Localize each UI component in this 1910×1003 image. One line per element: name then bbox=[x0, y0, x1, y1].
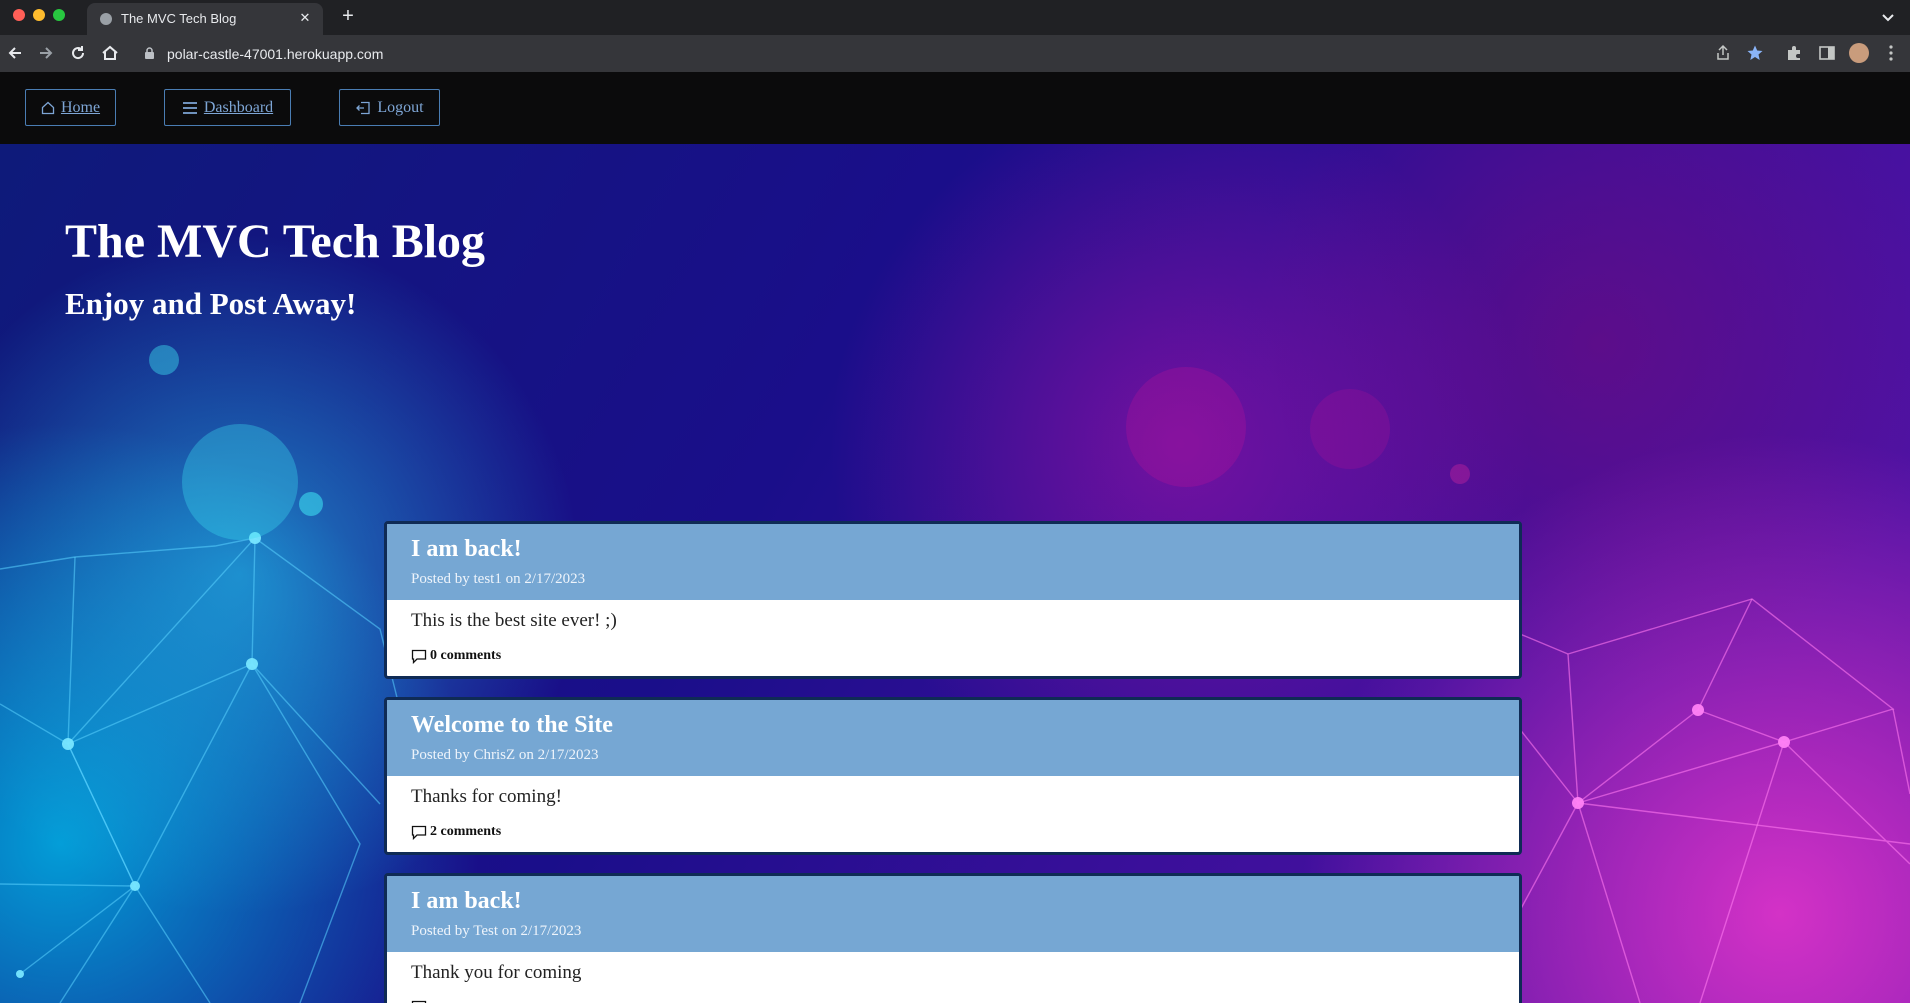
comment-icon bbox=[411, 825, 427, 840]
nav-dashboard-label: Dashboard bbox=[203, 98, 274, 116]
post-content: Thanks for coming! bbox=[411, 786, 562, 807]
nav-logout-link[interactable]: Logout bbox=[339, 89, 440, 126]
post-body: This is the best site ever! ;) 0 comment… bbox=[387, 600, 1519, 676]
post-comments-count: 2 comments bbox=[430, 824, 502, 839]
post-card[interactable]: I am back! Posted by Test on 2/17/2023 T… bbox=[384, 873, 1522, 1003]
post-meta: Posted by Test on 2/17/2023 bbox=[411, 923, 582, 939]
post-header: Welcome to the Site Posted by ChrisZ on … bbox=[387, 700, 1519, 776]
post-title[interactable]: Welcome to the Site bbox=[411, 712, 613, 739]
post-title[interactable]: I am back! bbox=[411, 536, 522, 563]
nav-home-label: Home bbox=[60, 98, 101, 116]
side-panel-icon[interactable] bbox=[1818, 44, 1836, 62]
new-tab-button[interactable]: + bbox=[336, 5, 360, 29]
minimize-window-button[interactable] bbox=[33, 9, 45, 21]
home-icon[interactable] bbox=[100, 43, 120, 63]
post-header: I am back! Posted by test1 on 2/17/2023 bbox=[387, 524, 1519, 600]
tab-title: The MVC Tech Blog bbox=[121, 11, 237, 26]
menu-icon bbox=[182, 101, 197, 114]
post-header: I am back! Posted by Test on 2/17/2023 bbox=[387, 876, 1519, 952]
page-viewport: Home Dashboard Logout The MVC Tech Blog … bbox=[0, 72, 1910, 1003]
maximize-window-button[interactable] bbox=[53, 9, 65, 21]
profile-avatar[interactable] bbox=[1849, 43, 1869, 63]
post-comments-link[interactable]: 0 comments bbox=[411, 648, 501, 664]
back-arrow-icon[interactable] bbox=[5, 43, 25, 63]
close-window-button[interactable] bbox=[13, 9, 25, 21]
page-subtitle: Enjoy and Post Away! bbox=[65, 286, 357, 321]
more-menu-icon[interactable] bbox=[1882, 44, 1900, 62]
post-content: This is the best site ever! ;) bbox=[411, 610, 617, 631]
post-body: Thank you for coming bbox=[387, 952, 1519, 1003]
browser-tab-strip: The MVC Tech Blog ✕ + bbox=[0, 0, 1910, 35]
nav-home-link[interactable]: Home bbox=[25, 89, 116, 126]
post-comments-link[interactable]: 2 comments bbox=[411, 824, 501, 840]
post-content: Thank you for coming bbox=[411, 962, 582, 983]
address-bar[interactable]: polar-castle-47001.herokuapp.com bbox=[134, 39, 1694, 68]
post-meta: Posted by ChrisZ on 2/17/2023 bbox=[411, 747, 599, 763]
logout-icon bbox=[356, 101, 371, 114]
url-text: polar-castle-47001.herokuapp.com bbox=[167, 46, 384, 62]
share-icon[interactable] bbox=[1714, 44, 1732, 62]
site-navbar: Home Dashboard Logout bbox=[0, 72, 1910, 144]
bookmark-star-icon[interactable] bbox=[1746, 44, 1764, 62]
nav-logout-label: Logout bbox=[377, 98, 424, 116]
post-body: Thanks for coming! 2 comments bbox=[387, 776, 1519, 852]
page-title: The MVC Tech Blog bbox=[65, 215, 486, 268]
globe-icon bbox=[100, 13, 112, 25]
nav-dashboard-link[interactable]: Dashboard bbox=[164, 89, 291, 126]
browser-toolbar: polar-castle-47001.herokuapp.com bbox=[0, 35, 1910, 73]
tab-close-icon[interactable]: ✕ bbox=[297, 10, 313, 26]
post-title[interactable]: I am back! bbox=[411, 888, 522, 915]
post-card[interactable]: I am back! Posted by test1 on 2/17/2023 … bbox=[384, 521, 1522, 679]
comment-icon bbox=[411, 649, 427, 664]
home-icon bbox=[41, 101, 55, 114]
post-card[interactable]: Welcome to the Site Posted by ChrisZ on … bbox=[384, 697, 1522, 855]
browser-tab[interactable]: The MVC Tech Blog ✕ bbox=[87, 3, 323, 35]
post-comments-count: 0 comments bbox=[430, 648, 502, 663]
lock-icon bbox=[145, 47, 154, 59]
reload-icon[interactable] bbox=[68, 43, 88, 63]
forward-arrow-icon[interactable] bbox=[36, 43, 56, 63]
post-meta: Posted by test1 on 2/17/2023 bbox=[411, 571, 586, 587]
extensions-icon[interactable] bbox=[1785, 44, 1803, 62]
chevron-down-icon[interactable] bbox=[1878, 7, 1898, 27]
